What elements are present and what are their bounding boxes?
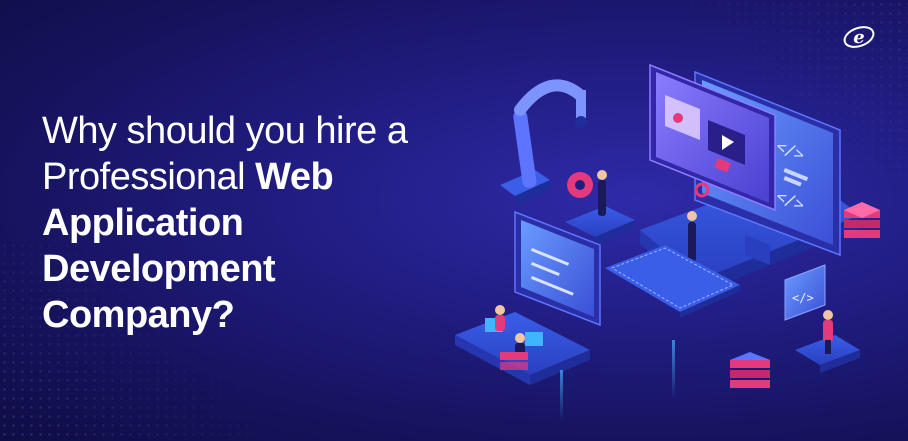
headline-line-2-light: Professional <box>42 156 256 198</box>
headline-line-2-bold: Web <box>255 156 334 198</box>
workers-desk <box>455 305 590 385</box>
banner: Why should you hire a Professional Web A… <box>0 0 908 441</box>
glow-line <box>560 370 563 420</box>
svg-text:</>: </> <box>792 291 814 305</box>
headline-line-4: Development <box>42 248 276 290</box>
headline-line-2: Professional Web <box>42 154 422 200</box>
person-center <box>687 211 697 262</box>
headline-line-1: Why should you hire a <box>42 110 408 152</box>
headline-line-3: Application <box>42 202 244 244</box>
gear-icon <box>567 172 593 198</box>
glow-line <box>672 340 675 400</box>
data-stack-bottom <box>730 352 770 388</box>
isometric-web-development-illustration: </> </> </> <box>455 63 880 420</box>
right-small-screen: </> <box>784 264 860 373</box>
headline-line-5: Company? <box>42 294 235 336</box>
headline: Why should you hire a Professional Web A… <box>42 108 422 338</box>
